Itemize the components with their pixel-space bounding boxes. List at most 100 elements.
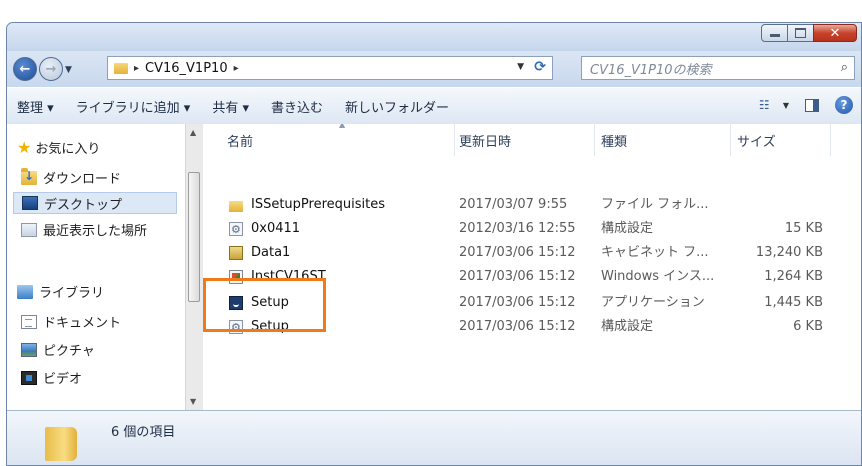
column-label: 名前 — [227, 134, 254, 150]
file-type: キャビネット フ... — [601, 245, 709, 260]
file-type: Windows インス... — [601, 269, 715, 284]
sidebar-item-videos[interactable]: ビデオ — [21, 368, 82, 387]
search-placeholder: CV16_V1P10の検索 — [590, 62, 712, 78]
table-row[interactable]: Setup 2017/03/06 15:12 構成設定 6 KB — [203, 316, 861, 339]
sidebar-item-label: ダウンロード — [43, 172, 122, 187]
sidebar-item-label: お気に入り — [35, 142, 101, 157]
preview-pane-icon[interactable] — [805, 98, 819, 112]
libraries-icon — [17, 284, 33, 299]
close-button[interactable]: ✕ — [813, 24, 857, 42]
window-controls: ✕ — [761, 24, 857, 42]
sidebar-item-label: 最近表示した場所 — [43, 224, 148, 239]
sidebar-item-recent-places[interactable]: 最近表示した場所 — [21, 220, 147, 239]
breadcrumb-separator-icon[interactable]: ▸ — [234, 63, 239, 74]
new-folder-button[interactable]: 新しいフォルダー — [345, 97, 449, 116]
sidebar-item-downloads[interactable]: ダウンロード — [21, 167, 122, 187]
column-header-size[interactable]: サイズ — [731, 124, 831, 156]
search-input[interactable]: CV16_V1P10の検索 ⌕ — [581, 56, 855, 80]
file-name-cell: Setup — [229, 292, 289, 314]
table-row[interactable]: Setup 2017/03/06 15:12 アプリケーション 1,445 KB — [203, 292, 861, 314]
file-name: Setup — [251, 295, 289, 310]
share-button[interactable]: 共有 ▾ — [212, 97, 249, 116]
history-dropdown-icon[interactable]: ▼ — [65, 65, 72, 75]
column-header-name[interactable]: 名前 ▲ — [221, 124, 455, 156]
file-date: 2017/03/06 15:12 — [459, 295, 576, 310]
breadcrumb-separator-icon[interactable]: ▸ — [134, 63, 139, 74]
table-row[interactable]: Data1 2017/03/06 15:12 キャビネット フ... 13,24… — [203, 242, 861, 264]
sidebar-item-label: ドキュメント — [43, 316, 122, 331]
file-size: 13,240 KB — [755, 245, 823, 260]
minimize-button[interactable] — [761, 24, 788, 42]
file-size: 6 KB — [793, 319, 823, 334]
forward-button[interactable]: → — [39, 57, 63, 81]
file-type: 構成設定 — [601, 221, 654, 236]
sidebar-item-desktop[interactable]: デスクトップ — [13, 192, 177, 214]
add-to-library-button[interactable]: ライブラリに追加 ▾ — [76, 97, 191, 116]
table-row[interactable]: InstCV16ST 2017/03/06 15:12 Windows インス.… — [203, 266, 861, 288]
column-label: 種類 — [601, 134, 628, 150]
sidebar-item-documents[interactable]: ドキュメント — [21, 312, 121, 331]
explorer-window: ✕ ← → ▼ ▸ CV16_V1P10 ▸ ▼ ⟳ CV16_V1P10の検索… — [6, 22, 862, 466]
close-icon: ✕ — [829, 25, 841, 41]
sidebar-item-pictures[interactable]: ピクチャ — [21, 340, 95, 359]
back-arrow-icon: ← — [19, 61, 31, 77]
table-row[interactable]: ISSetupPrerequisites 2017/03/07 9:55 ファイ… — [203, 194, 861, 216]
sort-ascending-icon: ▲ — [339, 124, 346, 129]
file-name: Data1 — [251, 245, 291, 260]
minimize-icon — [769, 34, 780, 37]
file-date: 2017/03/06 15:12 — [459, 245, 576, 260]
organize-button[interactable]: 整理 ▾ — [17, 97, 54, 116]
burn-button[interactable]: 書き込む — [271, 97, 323, 116]
file-size — [733, 194, 823, 216]
column-header-type[interactable]: 種類 — [595, 124, 731, 156]
back-button[interactable]: ← — [13, 57, 37, 81]
folder-icon — [45, 427, 77, 461]
scrollbar-thumb[interactable] — [188, 172, 200, 302]
star-icon: ★ — [17, 138, 32, 157]
column-header-date[interactable]: 更新日時 — [453, 124, 595, 156]
scroll-up-icon[interactable]: ▲ — [190, 128, 196, 137]
breadcrumb-path[interactable]: CV16_V1P10 — [145, 61, 228, 76]
file-size: 1,264 KB — [764, 269, 823, 284]
navigation-scrollbar[interactable]: ▲ ▼ — [185, 124, 203, 410]
maximize-button[interactable] — [787, 24, 814, 42]
sidebar-item-label: ピクチャ — [43, 344, 95, 359]
sidebar-item-favorites[interactable]: ★ お気に入り — [17, 138, 100, 157]
refresh-icon[interactable]: ⟳ — [534, 59, 546, 75]
file-date: 2017/03/07 9:55 — [459, 197, 568, 212]
recent-places-icon — [21, 222, 37, 237]
folder-icon — [114, 62, 128, 74]
file-name-cell: InstCV16ST — [229, 266, 326, 288]
item-count: 6 個の項目 — [111, 425, 176, 440]
application-icon — [229, 296, 243, 310]
help-icon[interactable]: ? — [835, 96, 853, 114]
file-date: 2017/03/06 15:12 — [459, 269, 576, 284]
command-bar: 整理 ▾ ライブラリに追加 ▾ 共有 ▾ 書き込む 新しいフォルダー ☷ ▼ ? — [7, 87, 861, 125]
view-options-icon[interactable]: ☷ — [759, 98, 777, 112]
file-date: 2017/03/06 15:12 — [459, 319, 576, 334]
address-bar[interactable]: ▸ CV16_V1P10 ▸ ▼ ⟳ — [107, 56, 553, 80]
file-name: Setup — [251, 319, 289, 334]
video-icon — [21, 370, 37, 385]
file-list: 名前 ▲ 更新日時 種類 サイズ ISSetupPrerequisites 20… — [203, 124, 861, 410]
sidebar-item-libraries[interactable]: ライブラリ — [17, 282, 104, 301]
folder-icon — [229, 200, 243, 212]
chevron-down-icon[interactable]: ▼ — [783, 101, 789, 110]
pictures-icon — [21, 342, 37, 357]
navigation-pane: ★ お気に入り ダウンロード デスクトップ 最近表示した場所 ライブラリ ドキュ… — [7, 124, 185, 410]
file-date: 2012/03/16 12:55 — [459, 221, 576, 236]
table-row[interactable]: 0x0411 2012/03/16 12:55 構成設定 15 KB — [203, 218, 861, 241]
file-size: 15 KB — [784, 221, 823, 236]
file-name-cell: Setup — [229, 316, 289, 339]
file-size: 1,445 KB — [764, 295, 823, 310]
scroll-down-icon[interactable]: ▼ — [190, 397, 196, 406]
document-icon — [21, 314, 37, 329]
address-dropdown-icon[interactable]: ▼ — [517, 62, 524, 72]
search-icon[interactable]: ⌕ — [841, 60, 848, 75]
column-label: サイズ — [737, 134, 776, 150]
title-bar[interactable]: ✕ — [7, 23, 861, 51]
column-label: 更新日時 — [459, 134, 512, 150]
file-name: ISSetupPrerequisites — [251, 197, 386, 212]
file-name-cell: Data1 — [229, 242, 290, 264]
settings-file-icon — [229, 219, 243, 241]
